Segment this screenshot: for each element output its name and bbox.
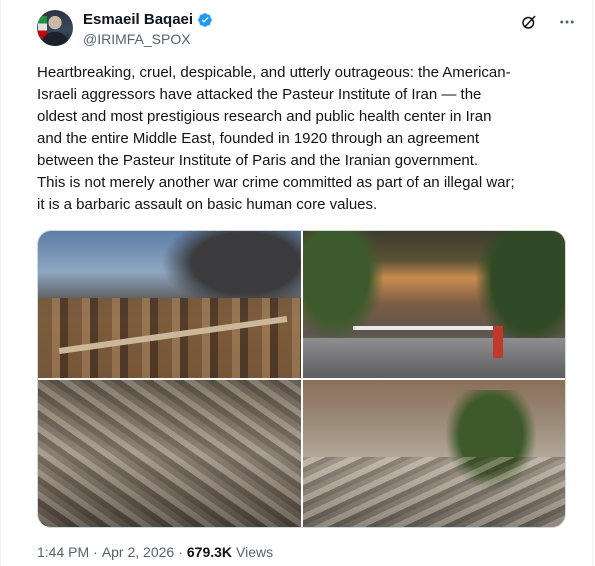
meta-separator: · bbox=[93, 544, 98, 560]
views-count[interactable]: 679.3K bbox=[187, 544, 232, 560]
tweet-card: Esmaeil Baqaei @IRIMFA_SPOX Heartbreakin… bbox=[0, 0, 593, 566]
photo-4-rubble bbox=[303, 457, 565, 527]
photo-2-trees-right bbox=[476, 231, 565, 351]
grok-icon[interactable] bbox=[519, 12, 539, 32]
views-label: Views bbox=[236, 544, 274, 560]
avatar-figure bbox=[42, 32, 68, 46]
avatar[interactable] bbox=[37, 10, 73, 46]
photo-3-rubble bbox=[38, 380, 301, 527]
photo-1[interactable] bbox=[38, 231, 301, 378]
tweet-header: Esmaeil Baqaei @IRIMFA_SPOX bbox=[37, 8, 577, 52]
photo-2-road bbox=[303, 338, 565, 378]
photo-4[interactable] bbox=[303, 380, 565, 527]
verified-badge-icon[interactable] bbox=[197, 12, 213, 28]
header-actions bbox=[519, 12, 577, 32]
photo-2[interactable] bbox=[303, 231, 565, 378]
meta-separator: · bbox=[178, 544, 183, 560]
photo-2-trees-left bbox=[303, 231, 383, 341]
tweet-meta: 1:44 PM · Apr 2, 2026 · 679.3K Views bbox=[37, 544, 273, 560]
author-name-row: Esmaeil Baqaei bbox=[83, 11, 213, 28]
media-grid bbox=[37, 230, 566, 528]
photo-2-gate-post bbox=[493, 326, 503, 358]
photo-2-gate-bar bbox=[353, 326, 503, 330]
more-icon[interactable] bbox=[557, 12, 577, 32]
author-handle[interactable]: @IRIMFA_SPOX bbox=[83, 31, 191, 47]
photo-3[interactable] bbox=[38, 380, 301, 527]
tweet-text: Heartbreaking, cruel, despicable, and ut… bbox=[37, 64, 515, 213]
author-display-name[interactable]: Esmaeil Baqaei bbox=[83, 11, 193, 28]
tweet-time[interactable]: 1:44 PM bbox=[37, 544, 89, 560]
tweet-date[interactable]: Apr 2, 2026 bbox=[102, 544, 174, 560]
